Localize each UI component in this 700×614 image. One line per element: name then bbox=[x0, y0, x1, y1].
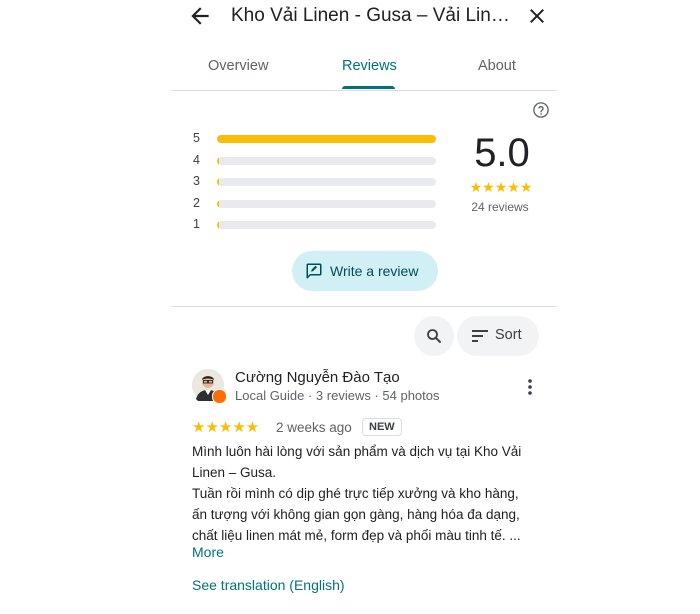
histogram-bar-fill bbox=[217, 157, 220, 165]
histogram-row: 1 bbox=[193, 216, 443, 234]
histogram-bar-track bbox=[217, 200, 436, 208]
review-count[interactable]: 24 reviews bbox=[457, 200, 543, 214]
histogram-row: 4 bbox=[193, 152, 443, 170]
write-review-icon bbox=[305, 262, 323, 280]
histogram-row: 3 bbox=[193, 173, 443, 191]
sort-button[interactable]: Sort bbox=[457, 316, 539, 356]
tab-reviews[interactable]: Reviews bbox=[342, 58, 397, 74]
close-icon[interactable] bbox=[525, 4, 549, 28]
more-link[interactable]: More bbox=[192, 544, 224, 560]
review-text-line: Tuần rồi mình có dịp ghé trực tiếp xưởng… bbox=[192, 486, 519, 501]
write-review-label: Write a review bbox=[330, 263, 419, 279]
average-rating-stars: ★★★★★ bbox=[469, 179, 533, 195]
place-title: Kho Vải Linen - Gusa – Vải Linen Cao Cấp bbox=[231, 5, 511, 26]
histogram-bar-fill bbox=[217, 200, 220, 208]
tab-overview[interactable]: Overview bbox=[208, 58, 268, 74]
histogram-bar-track bbox=[217, 221, 436, 229]
search-reviews-button[interactable] bbox=[414, 316, 454, 356]
histogram-bar-fill bbox=[217, 221, 220, 229]
histogram-star-label: 2 bbox=[193, 196, 200, 210]
histogram-star-label: 3 bbox=[193, 174, 200, 188]
histogram-bar-fill bbox=[217, 178, 220, 186]
histogram-row: 2 bbox=[193, 195, 443, 213]
back-arrow-icon[interactable] bbox=[187, 3, 213, 29]
histogram-star-label: 5 bbox=[193, 131, 200, 145]
tab-bar: Overview Reviews About bbox=[171, 44, 557, 91]
review-text-line: Linen – Gusa. bbox=[192, 465, 277, 480]
histogram-row: 5 bbox=[193, 130, 443, 148]
local-guide-badge-icon bbox=[212, 389, 227, 404]
review-text-line: chất liệu linen mát mẻ, form đẹp và phối… bbox=[192, 528, 521, 543]
section-divider bbox=[171, 306, 557, 307]
review-text-line: Mình luôn hài lòng với sản phẩm và dịch … bbox=[192, 444, 522, 459]
histogram-star-label: 4 bbox=[193, 153, 200, 167]
avatar[interactable] bbox=[192, 369, 227, 405]
write-review-button[interactable]: Write a review bbox=[292, 251, 438, 291]
reviewer-name[interactable]: Cường Nguyễn Đào Tạo bbox=[235, 369, 400, 386]
sort-label: Sort bbox=[495, 327, 522, 343]
sort-icon bbox=[472, 330, 488, 342]
review-text-line: ấn tượng với không gian gọn gàng, hàng h… bbox=[192, 507, 520, 522]
review-stars: ★★★★★ bbox=[192, 419, 260, 436]
search-icon bbox=[427, 329, 441, 343]
histogram-bar-track bbox=[217, 157, 436, 165]
review-date: 2 weeks ago bbox=[276, 420, 352, 435]
histogram-bar-fill bbox=[217, 135, 436, 143]
histogram-star-label: 1 bbox=[193, 217, 200, 231]
active-tab-indicator bbox=[342, 86, 395, 89]
average-rating: 5.0 bbox=[474, 131, 530, 175]
tab-about[interactable]: About bbox=[478, 58, 516, 74]
new-badge: NEW bbox=[362, 418, 402, 436]
reviewer-meta: Local Guide · 3 reviews · 54 photos bbox=[235, 388, 440, 403]
review-text: Mình luôn hài lòng với sản phẩm và dịch … bbox=[192, 441, 542, 546]
more-options-icon[interactable] bbox=[522, 377, 538, 397]
see-translation-link[interactable]: See translation (English) bbox=[192, 577, 345, 593]
place-panel: Kho Vải Linen - Gusa – Vải Linen Cao Cấp… bbox=[171, 0, 557, 614]
histogram-bar-track bbox=[217, 135, 436, 143]
histogram-bar-track bbox=[217, 178, 436, 186]
help-icon[interactable] bbox=[532, 101, 550, 119]
